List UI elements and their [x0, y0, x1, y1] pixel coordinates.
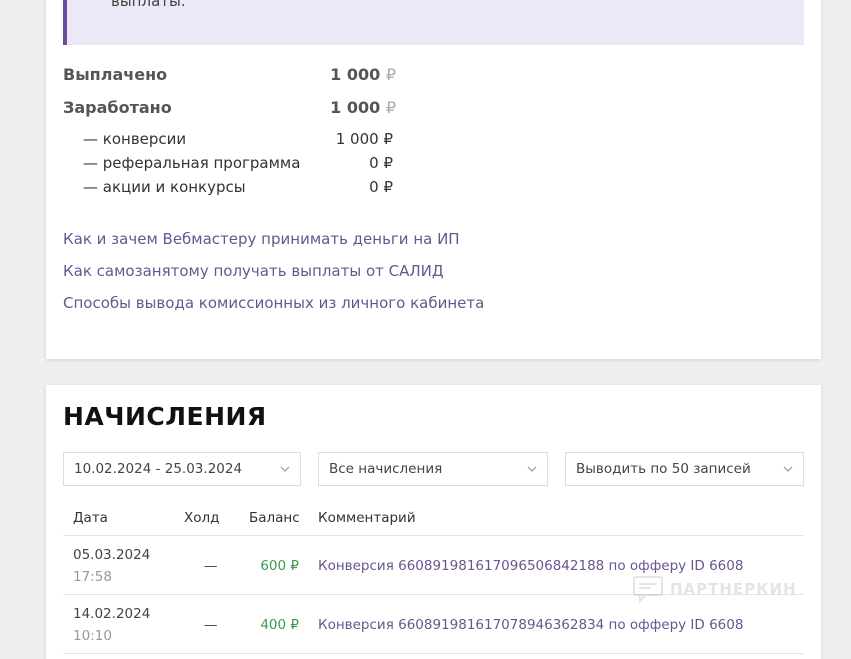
accrual-type-select[interactable]: Все начисления: [318, 452, 548, 486]
row-date: 05.03.2024: [73, 547, 151, 563]
chevron-down-icon: [280, 466, 290, 472]
chat-bubble-icon: [633, 576, 663, 603]
accrual-type-value: Все начисления: [329, 461, 443, 477]
breakdown-value-referral: 0 ₽: [369, 154, 393, 172]
row-time: 17:58: [73, 569, 112, 585]
earned-label: Заработано: [63, 98, 172, 117]
chevron-down-icon: [527, 466, 537, 472]
row-time: 10:10: [73, 628, 112, 644]
page-size-select[interactable]: Выводить по 50 записей: [565, 452, 804, 486]
page-title: НАЧИСЛЕНИЯ: [63, 402, 267, 431]
currency-sign: ₽: [385, 98, 396, 117]
row-comment-link[interactable]: Конверсия 660891981617078946362834 по оф…: [318, 617, 743, 633]
currency-sign: ₽: [385, 65, 396, 84]
link-ip-payments[interactable]: Как и зачем Вебмастеру принимать деньги …: [63, 230, 460, 248]
breakdown-label-promotions: — акции и конкурсы: [83, 178, 246, 196]
payout-summary-card: выплаты. Выплачено 1 000 ₽ Заработано 1 …: [46, 0, 821, 359]
row-date: 14.02.2024: [73, 606, 151, 622]
watermark-text: ПАРТНЕРКИН: [670, 580, 797, 598]
link-withdrawal-methods[interactable]: Способы вывода комиссионных из личного к…: [63, 294, 484, 312]
column-header-comment[interactable]: Комментарий: [318, 510, 416, 526]
row-balance: 400 ₽: [260, 617, 299, 633]
column-header-date[interactable]: Дата: [73, 510, 108, 526]
breakdown-label-conversions: — конверсии: [83, 130, 187, 148]
table-divider: [63, 653, 804, 654]
date-range-select[interactable]: 10.02.2024 - 25.03.2024: [63, 452, 301, 486]
earned-value: 1 000 ₽: [330, 98, 396, 117]
paid-value: 1 000 ₽: [330, 65, 396, 84]
chevron-down-icon: [783, 466, 793, 472]
breakdown-value-conversions: 1 000 ₽: [335, 130, 393, 148]
row-comment-link[interactable]: Конверсия 660891981617096506842188 по оф…: [318, 558, 743, 574]
paid-label: Выплачено: [63, 65, 168, 84]
accruals-card: НАЧИСЛЕНИЯ 10.02.2024 - 25.03.2024 Все н…: [46, 385, 821, 659]
page-size-value: Выводить по 50 записей: [576, 461, 751, 477]
breakdown-label-referral: — реферальная программа: [83, 154, 301, 172]
table-divider: [63, 535, 804, 536]
watermark: ПАРТНЕРКИН: [632, 575, 797, 603]
breakdown-value-promotions: 0 ₽: [369, 178, 393, 196]
column-header-balance[interactable]: Баланс: [249, 510, 300, 526]
row-balance: 600 ₽: [260, 558, 299, 574]
date-range-value: 10.02.2024 - 25.03.2024: [74, 461, 243, 477]
link-self-employed-payouts[interactable]: Как самозанятому получать выплаты от САЛ…: [63, 262, 444, 280]
row-hold: —: [204, 558, 218, 574]
column-header-hold[interactable]: Холд: [184, 510, 219, 526]
row-hold: —: [204, 617, 218, 633]
notice-box: выплаты.: [63, 0, 804, 45]
notice-text: выплаты.: [111, 0, 186, 10]
